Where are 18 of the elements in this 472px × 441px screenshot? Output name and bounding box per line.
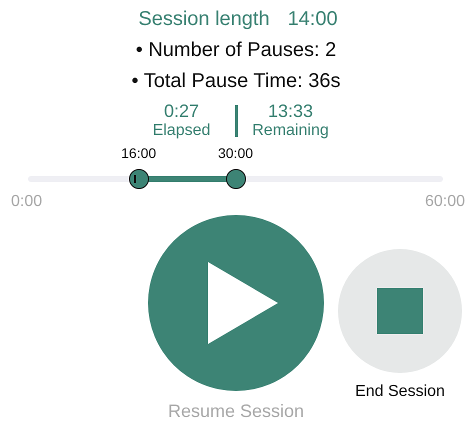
slider-thumb[interactable] bbox=[128, 169, 149, 189]
time-value: 13:33 bbox=[268, 101, 314, 122]
thumb-value: 30:00 bbox=[218, 145, 254, 161]
time-caption: Remaining bbox=[252, 122, 329, 140]
stop-icon bbox=[377, 288, 423, 334]
time-value: 0:27 bbox=[164, 101, 200, 122]
range-max-label: 60:00 bbox=[424, 193, 465, 211]
range-min-label: 0:00 bbox=[11, 193, 42, 211]
stat-line: • Number of Pauses: 2 bbox=[136, 39, 336, 62]
slider-thumb[interactable] bbox=[226, 169, 246, 189]
end-session-label: End Session bbox=[355, 383, 445, 401]
play-icon bbox=[208, 262, 278, 344]
time-caption: Elapsed bbox=[152, 122, 210, 140]
resume-session-label: Resume Session bbox=[168, 401, 304, 422]
session-length-value: 14:00 bbox=[288, 8, 338, 31]
thumb-value: 16:00 bbox=[121, 145, 156, 161]
stat-line: • Total Pause Time: 36s bbox=[132, 70, 340, 93]
session-length-label: Session length bbox=[138, 8, 270, 31]
